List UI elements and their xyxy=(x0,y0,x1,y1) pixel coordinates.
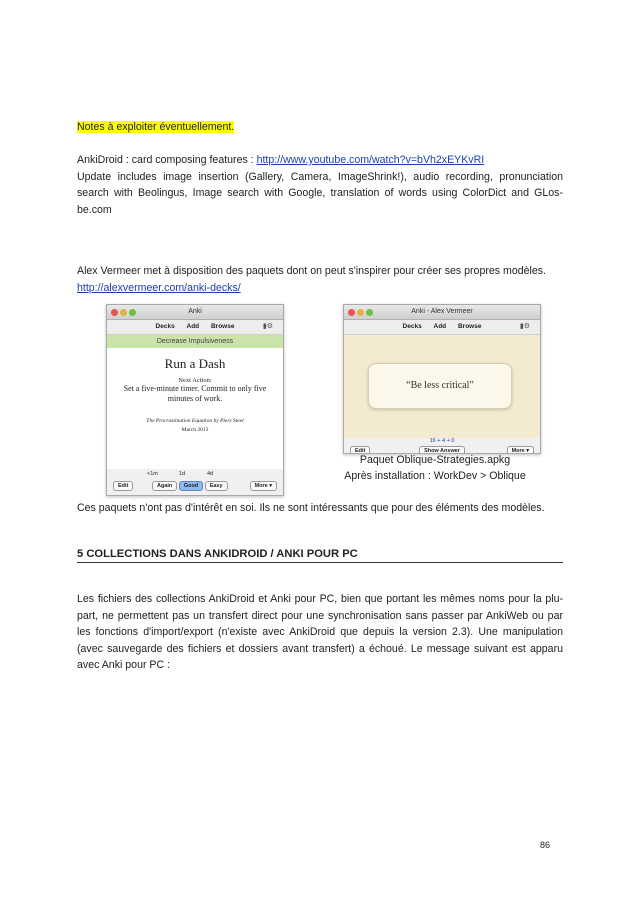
section-paragraph: Les fichiers des collections AnkiDroid e… xyxy=(77,593,563,671)
edit-button[interactable]: Edit xyxy=(113,481,134,491)
anki-window-screenshot: Anki Decks Add Browse ▮⚙ Decrease Impuls… xyxy=(106,304,284,496)
oblique-card: “Be less critical” xyxy=(368,363,512,409)
ankidroid-paragraph: AnkiDroid : card composing features : ht… xyxy=(77,152,563,218)
vermeer-text: Alex Vermeer met à disposition des paque… xyxy=(77,265,546,277)
card-source: The Procrastination Equation by Piers St… xyxy=(146,418,244,424)
decks-comment: Ces paquets n'ont pas d'intérêt en soi. … xyxy=(77,502,545,514)
toolbar-browse-2: Browse xyxy=(457,323,482,330)
maximize-icon xyxy=(366,309,373,316)
interval-easy: 4d xyxy=(207,471,214,477)
section-heading: 5 COLLECTIONS DANS ANKIDROID / ANKI POUR… xyxy=(77,548,563,563)
stats-gear-icons-2: ▮⚙ xyxy=(519,323,530,330)
window-toolbar: Decks Add Browse ▮⚙ xyxy=(107,320,283,335)
review-bar: <1m 1d 4d Edit Again Good Easy More ▾ xyxy=(107,469,283,495)
oblique-caption-line2: Après installation : WorkDev > Oblique xyxy=(344,470,526,482)
ankidroid-features-text: Update includes image insertion (Gallery… xyxy=(77,170,563,216)
window-title: Anki xyxy=(188,308,202,315)
ankidroid-video-link[interactable]: http://www.youtube.com/watch?v=bVh2xEYKv… xyxy=(257,154,485,166)
toolbar-decks: Decks xyxy=(155,323,175,330)
card-date: March 2013 xyxy=(181,427,209,433)
minimize-icon xyxy=(120,309,127,316)
card-counts: 16 + 4 + 0 xyxy=(429,438,455,444)
toolbar-add: Add xyxy=(186,323,200,330)
card-area-2: “Be less critical” xyxy=(344,335,540,438)
vermeer-paragraph: Alex Vermeer met à disposition des paque… xyxy=(77,263,563,296)
more-button[interactable]: More ▾ xyxy=(249,481,277,491)
vermeer-decks-link[interactable]: http://alexvermeer.com/anki-decks/ xyxy=(77,282,241,294)
window-titlebar: Anki xyxy=(107,305,283,320)
good-button[interactable]: Good xyxy=(178,481,204,491)
page-number: 86 xyxy=(540,840,551,850)
notes-heading-text: Notes à exploiter éventuellement. xyxy=(77,121,235,133)
window-toolbar-2: Decks Add Browse ▮⚙ xyxy=(344,320,540,335)
easy-button[interactable]: Easy xyxy=(204,481,228,491)
interval-good: 1d xyxy=(179,471,186,477)
close-icon xyxy=(348,309,355,316)
ankidroid-label: AnkiDroid : card composing features : xyxy=(77,154,257,166)
oblique-caption-line1: Paquet Oblique-Strategies.apkg xyxy=(359,454,511,466)
card-content: Run a Dash Next Action: Set a five-minut… xyxy=(107,348,283,469)
interval-again: <1m xyxy=(147,471,158,477)
close-icon xyxy=(111,309,118,316)
toolbar-browse: Browse xyxy=(210,323,235,330)
window-titlebar-2: Anki - Alex Vermeer xyxy=(344,305,540,320)
window-title-2: Anki - Alex Vermeer xyxy=(411,308,473,315)
notes-heading: Notes à exploiter éventuellement. xyxy=(77,119,563,136)
toolbar-decks-2: Decks xyxy=(402,323,422,330)
toolbar-add-2: Add xyxy=(433,323,447,330)
stats-gear-icons: ▮⚙ xyxy=(262,323,273,330)
again-button[interactable]: Again xyxy=(152,481,178,491)
anki-oblique-window-screenshot: Anki - Alex Vermeer Decks Add Browse ▮⚙ … xyxy=(343,304,541,454)
maximize-icon xyxy=(129,309,136,316)
card-title: Run a Dash xyxy=(164,356,226,371)
card-banner: Decrease Impulsiveness xyxy=(107,335,283,348)
next-action-text: Set a five-minute timer. Commit to only … xyxy=(123,384,267,403)
next-action-label: Next Action: xyxy=(178,377,212,384)
minimize-icon xyxy=(357,309,364,316)
